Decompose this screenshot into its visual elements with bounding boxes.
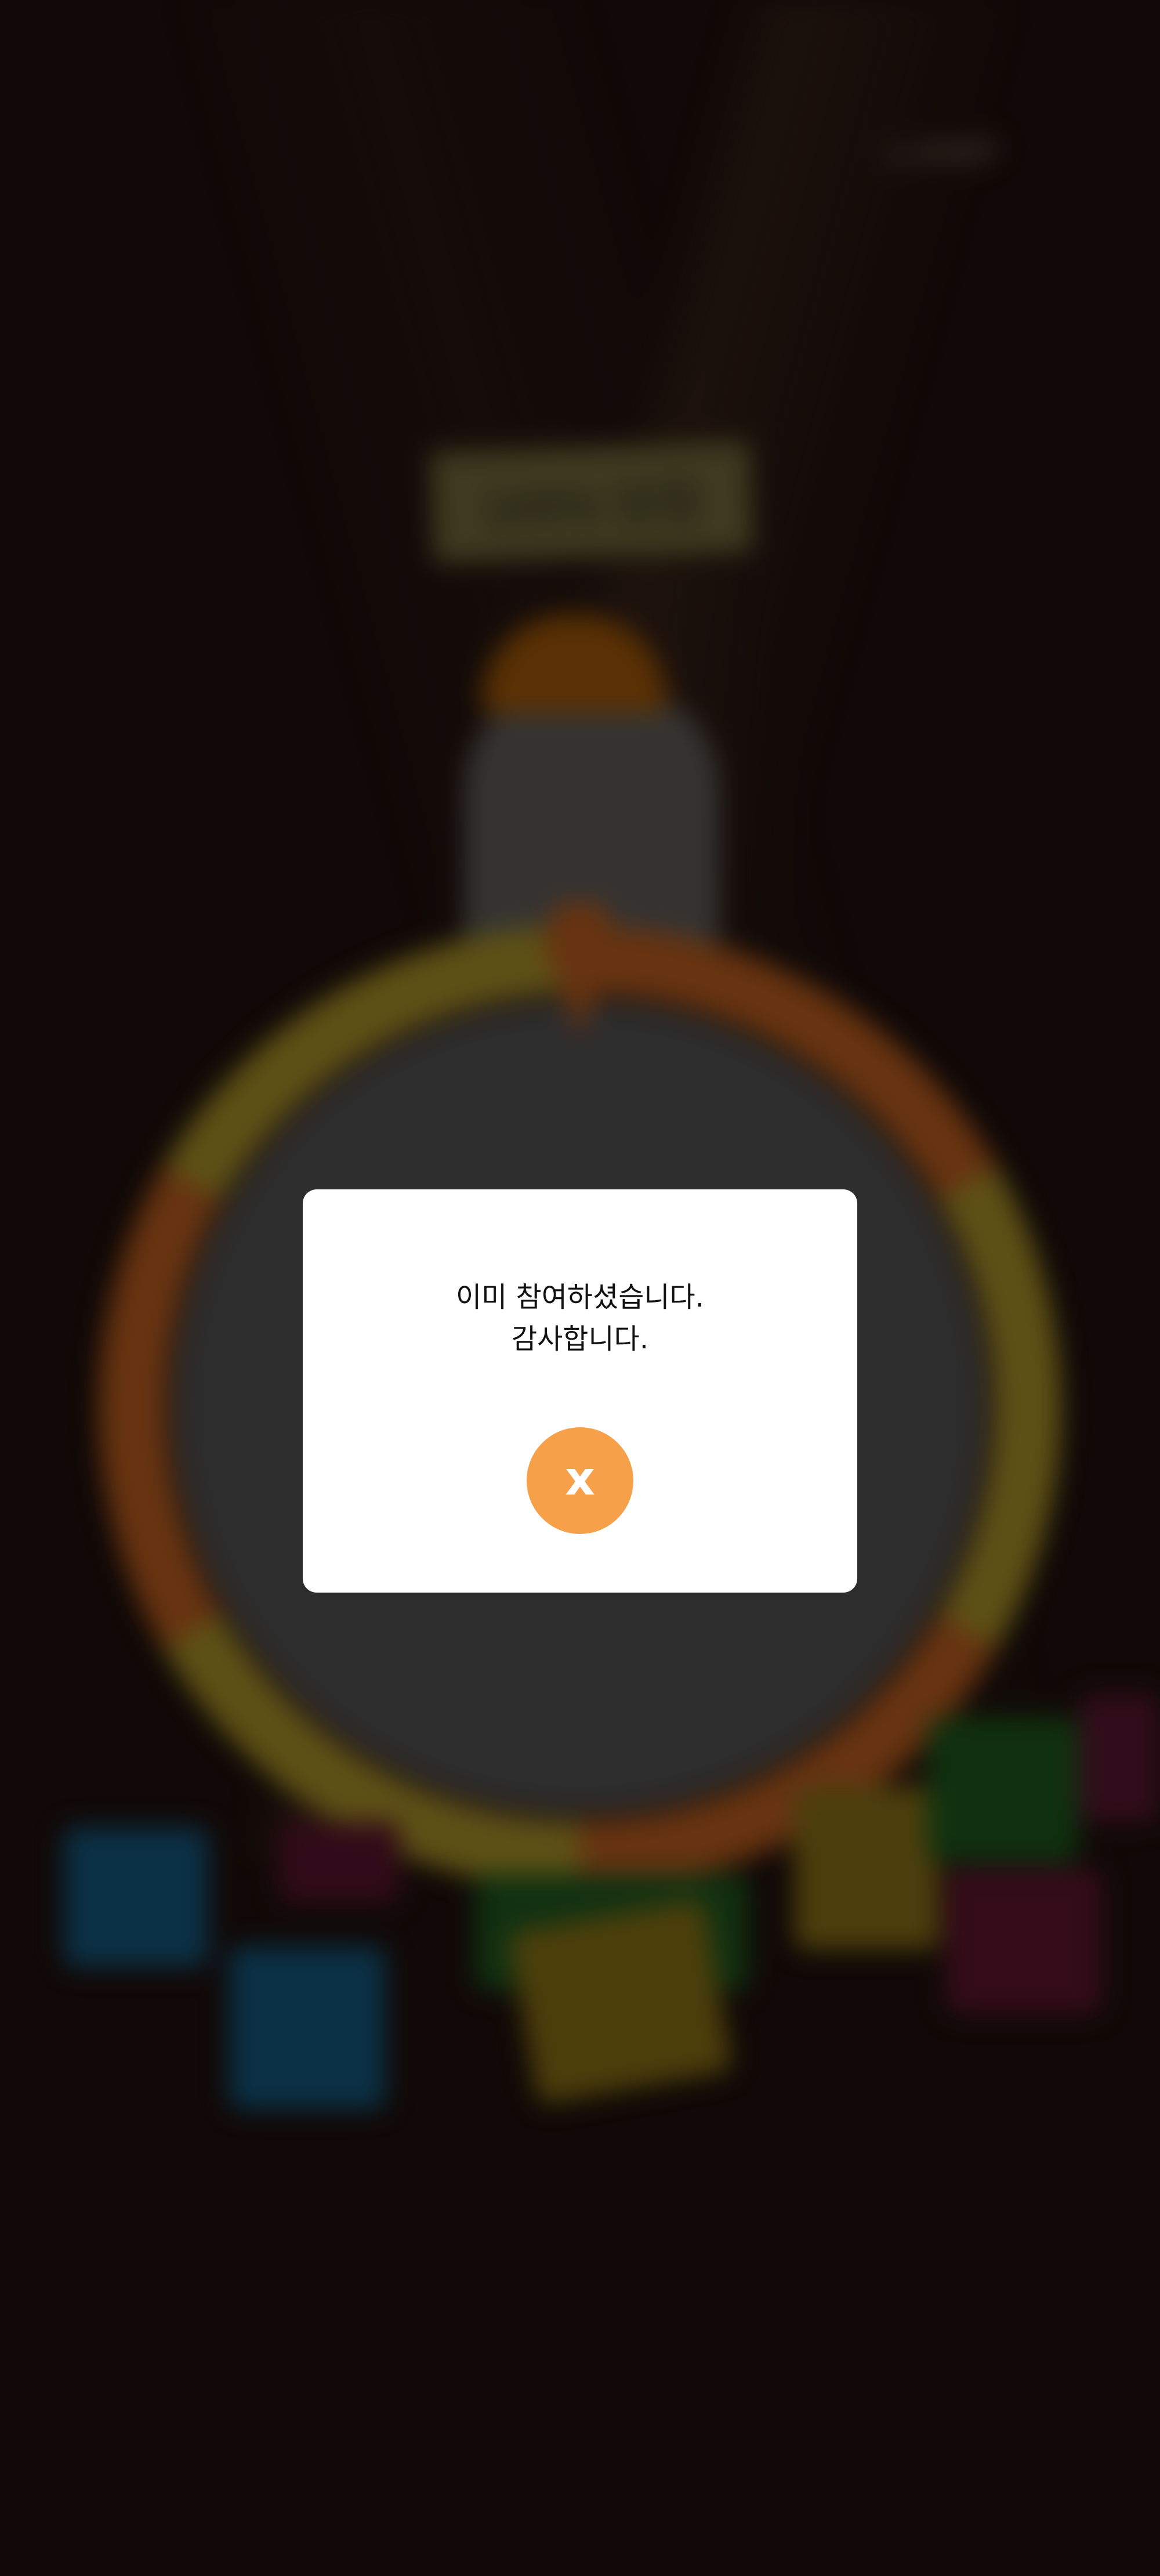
already-participated-dialog: 이미 참여하셨습니다. 감사합니다. x — [303, 1189, 857, 1593]
event-page: LAMP 100% 당첨 이미 참여하셨습니다. 감사합니다. x — [0, 0, 1160, 2576]
dialog-message: 이미 참여하셨습니다. 감사합니다. — [303, 1276, 857, 1360]
dialog-message-line-1: 이미 참여하셨습니다. — [456, 1281, 704, 1314]
close-icon: x — [565, 1452, 595, 1506]
close-button[interactable]: x — [527, 1427, 633, 1534]
dialog-message-line-2: 감사합니다. — [511, 1323, 649, 1355]
